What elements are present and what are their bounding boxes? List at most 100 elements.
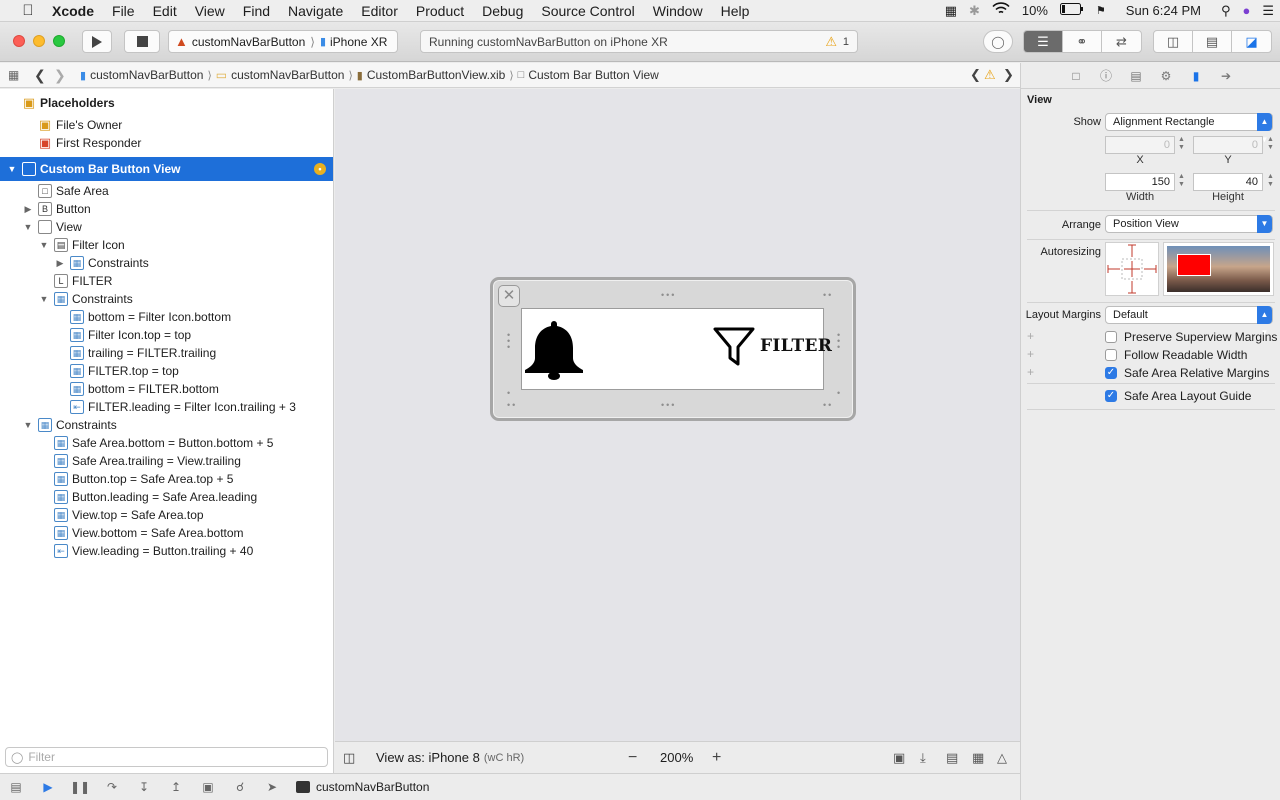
menu-view[interactable]: View (186, 0, 234, 22)
utilities-toggle-icon[interactable]: ◪ (1232, 31, 1271, 52)
simulate-location-icon[interactable]: ➤ (256, 780, 288, 794)
resize-handle[interactable]: • (837, 389, 842, 398)
embed-in-icon[interactable]: ⤓ (920, 750, 926, 766)
arrange-popup[interactable]: Position View ▼ (1105, 215, 1273, 233)
autoresizing-mask-control[interactable] (1105, 242, 1159, 296)
hide-debug-area-icon[interactable]: ▤ (0, 780, 32, 794)
flag-icon[interactable]: ⚑ (1090, 0, 1112, 22)
outline-item-root-constraints[interactable]: ▼ ▦ Constraints (0, 416, 333, 434)
outline-item-safe-area[interactable]: □ Safe Area (0, 182, 333, 200)
attributes-inspector-icon[interactable]: ⚙ (1157, 69, 1175, 83)
custom-bar-button-view[interactable]: FILTER (521, 308, 832, 390)
menu-help[interactable]: Help (712, 0, 759, 22)
menu-find[interactable]: Find (234, 0, 279, 22)
version-editor-icon[interactable]: ⇄ (1102, 31, 1141, 52)
bluetooth-icon[interactable]: ✱ (963, 0, 986, 22)
stop-button[interactable] (124, 30, 160, 53)
outline-item-filter-label[interactable]: L FILTER (0, 272, 333, 290)
breadcrumb-file[interactable]: CustomBarButtonView.xib (367, 68, 506, 82)
bell-icon[interactable] (522, 317, 586, 381)
align-icon[interactable]: ▤ (946, 750, 958, 766)
menu-source-control[interactable]: Source Control (532, 0, 643, 22)
constraint-row[interactable]: ▦ Safe Area.trailing = View.trailing (0, 452, 333, 470)
outline-section-placeholders[interactable]: ▣ Placeholders (0, 94, 333, 112)
run-button[interactable] (82, 30, 112, 53)
resize-handle[interactable]: ••• (507, 331, 513, 352)
constraint-row[interactable]: ⇤ FILTER.leading = Filter Icon.trailing … (0, 398, 333, 416)
filter-label[interactable]: FILTER (760, 336, 832, 356)
height-stepper-icon[interactable]: ▲ ▼ (1265, 173, 1276, 191)
debug-area-toggle-icon[interactable]: ▤ (1193, 31, 1232, 52)
breadcrumb-object[interactable]: Custom Bar Button View (528, 68, 659, 82)
constraint-row[interactable]: ▦ Button.top = Safe Area.top + 5 (0, 470, 333, 488)
previous-issue-icon[interactable]: ❮ (970, 67, 981, 83)
device-name[interactable]: iPhone XR (330, 35, 387, 49)
constraint-row[interactable]: ▦ bottom = Filter Icon.bottom (0, 308, 333, 326)
constraint-row[interactable]: ▦ Button.leading = Safe Area.leading (0, 488, 333, 506)
constraint-row[interactable]: ▦ Safe Area.bottom = Button.bottom + 5 (0, 434, 333, 452)
identity-inspector-icon[interactable]: ▤ (1127, 69, 1145, 83)
show-popup[interactable]: Alignment Rectangle ▲ ▼ (1105, 113, 1273, 144)
input-menu-icon[interactable]: ▦ (939, 0, 963, 22)
disclosure-triangle-icon[interactable]: ▼ (39, 294, 49, 304)
safe-area-relative-margins-checkbox[interactable]: ✓ Safe Area Relative Margins (1105, 365, 1269, 381)
battery-icon[interactable] (1054, 0, 1090, 22)
constraint-row[interactable]: ⇤ View.leading = Button.trailing + 40 (0, 542, 333, 560)
zoom-window-button[interactable] (53, 35, 65, 47)
outline-item-view[interactable]: ▼ View (0, 218, 333, 236)
disclosure-triangle-icon[interactable]: ▼ (23, 420, 33, 430)
resize-handle[interactable]: ••• (661, 401, 676, 410)
debug-view-hierarchy-icon[interactable]: ▣ (192, 780, 224, 794)
constraint-row[interactable]: ▦ FILTER.top = top (0, 362, 333, 380)
layout-margins-popup[interactable]: Default ▲ ▼ (1105, 306, 1273, 337)
constraint-row[interactable]: ▦ trailing = FILTER.trailing (0, 344, 333, 362)
apple-menu-icon[interactable]:  (18, 0, 38, 22)
resize-handle[interactable]: •• (823, 401, 833, 410)
menu-product[interactable]: Product (407, 0, 473, 22)
add-variation-icon[interactable]: + (1027, 347, 1034, 361)
resize-handle[interactable]: ••• (661, 291, 676, 300)
wifi-icon[interactable] (986, 0, 1016, 22)
update-frames-icon[interactable]: ▣ (893, 750, 905, 766)
forward-arrow-icon[interactable]: ❯ (54, 67, 68, 84)
back-arrow-icon[interactable]: ❮ (34, 67, 48, 84)
breakpoints-toggle-icon[interactable]: ▶ (32, 780, 64, 794)
scheme-selector[interactable]: ▲ customNavBarButton ⟩ ▮ iPhone XR (168, 30, 398, 53)
close-window-button[interactable] (13, 35, 25, 47)
minimize-window-button[interactable] (33, 35, 45, 47)
width-stepper-icon[interactable]: ▲ ▼ (1176, 173, 1187, 191)
y-field[interactable]: 0 (1193, 136, 1263, 154)
warning-icon[interactable]: ⚠ (825, 34, 837, 50)
disclosure-triangle-icon[interactable]: ▶ (55, 258, 65, 269)
step-out-icon[interactable]: ↥ (160, 780, 192, 794)
height-field[interactable]: 40 (1193, 173, 1263, 191)
notification-center-icon[interactable]: ☰ (1256, 0, 1280, 22)
resolve-issues-icon[interactable]: △ (997, 750, 1007, 766)
outline-item-filter-icon[interactable]: ▼ ▤ Filter Icon (0, 236, 333, 254)
navigator-toggle-icon[interactable]: ◫ (1154, 31, 1193, 52)
document-outline-toggle-icon[interactable]: ◫ (343, 750, 361, 766)
add-constraints-icon[interactable]: ▦ (972, 750, 984, 766)
constraint-row[interactable]: ▦ Filter Icon.top = top (0, 326, 333, 344)
disclosure-triangle-icon[interactable]: ▼ (39, 240, 49, 250)
outline-item-custom-bar-button-view[interactable]: ▼ Custom Bar Button View • (0, 157, 333, 181)
zoom-in-icon[interactable]: + (712, 749, 721, 767)
clock[interactable]: Sun 6:24 PM (1112, 0, 1215, 22)
assistant-editor-icon[interactable]: ⚭ (1063, 31, 1102, 52)
related-items-icon[interactable]: ▦ (8, 68, 22, 82)
menu-app[interactable]: Xcode (52, 0, 103, 22)
constraint-row[interactable]: ▦ View.bottom = Safe Area.bottom (0, 524, 333, 542)
siri-icon[interactable]: ● (1236, 0, 1256, 22)
outline-filter-field[interactable]: ◯ Filter (5, 747, 328, 767)
resize-handle[interactable]: ••• (837, 331, 843, 352)
disclosure-triangle-icon[interactable]: ▼ (23, 222, 33, 232)
breadcrumb-group[interactable]: customNavBarButton (231, 68, 344, 82)
filter-funnel-icon[interactable] (713, 326, 755, 368)
preserve-superview-margins-checkbox[interactable]: Preserve Superview Margins (1105, 329, 1277, 345)
issue-warning-icon[interactable]: ⚠ (984, 67, 996, 83)
outline-item-view-constraints[interactable]: ▼ ▦ Constraints (0, 290, 333, 308)
step-over-icon[interactable]: ↷ (96, 780, 128, 794)
step-into-icon[interactable]: ↧ (128, 780, 160, 794)
x-stepper-icon[interactable]: ▲ ▼ (1176, 136, 1187, 154)
x-field[interactable]: 0 (1105, 136, 1175, 154)
